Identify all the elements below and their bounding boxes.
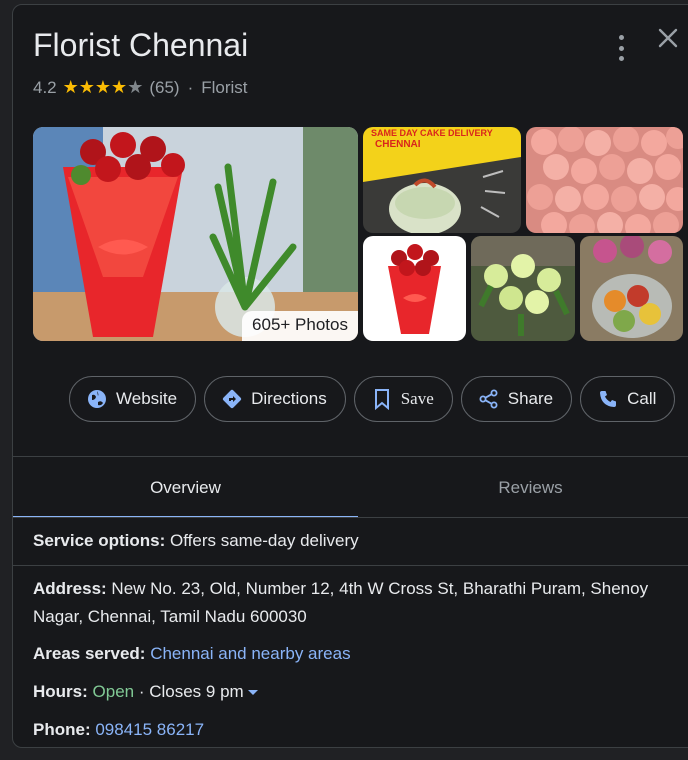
- phone-label: Phone:: [33, 720, 91, 739]
- chevron-down-icon[interactable]: [247, 690, 258, 696]
- hours-row: Hours: Open · Closes 9 pm: [33, 678, 673, 706]
- save-label: Save: [400, 389, 434, 408]
- rating-value: 4.2: [33, 77, 57, 97]
- banner-text-2: CHENNAI: [375, 139, 421, 150]
- action-buttons: Website Directions Save Share Call: [69, 376, 676, 422]
- knowledge-panel: Florist Chennai 4.2 ★★★★★ (65) · Florist: [12, 4, 688, 748]
- service-options-label: Service options:: [33, 531, 166, 550]
- service-options-row: Service options: Offers same-day deliver…: [33, 527, 673, 555]
- hours-label: Hours:: [33, 682, 88, 701]
- tab-overview[interactable]: Overview: [13, 457, 358, 518]
- rating-row: 4.2 ★★★★★ (65) · Florist: [33, 77, 248, 98]
- directions-label: Directions: [251, 389, 327, 408]
- address-label: Address:: [33, 579, 107, 598]
- photo-cake-banner[interactable]: SAME DAY CAKE DELIVERY CHENNAI: [363, 127, 521, 233]
- share-label: Share: [507, 389, 554, 408]
- service-options-value: Offers same-day delivery: [170, 531, 359, 550]
- areas-served-link[interactable]: Chennai and nearby areas: [150, 644, 350, 663]
- areas-served-row: Areas served: Chennai and nearby areas: [33, 640, 673, 668]
- tab-bar: Overview Reviews: [13, 457, 688, 518]
- address-value: New No. 23, Old, Number 12, 4th W Cross …: [33, 579, 649, 626]
- hours-status: Open: [92, 682, 135, 701]
- share-icon: [478, 388, 500, 410]
- phone-row: Phone: 098415 86217: [33, 716, 673, 744]
- hours-separator: ·: [134, 682, 150, 701]
- call-button[interactable]: Call: [580, 376, 676, 422]
- website-label: Website: [116, 389, 178, 408]
- areas-served-label: Areas served:: [33, 644, 146, 663]
- photo-count-badge[interactable]: 605+ Photos: [242, 311, 358, 341]
- globe-icon: [86, 388, 108, 410]
- save-button[interactable]: Save: [353, 376, 453, 422]
- divider: [13, 565, 688, 566]
- photo-pink-roses[interactable]: [526, 127, 683, 233]
- place-category[interactable]: Florist: [201, 78, 247, 98]
- close-icon[interactable]: [655, 25, 681, 51]
- star-rating-icon: ★★★★★: [62, 77, 144, 97]
- photo-green-roses[interactable]: [471, 236, 575, 341]
- phone-link[interactable]: 098415 86217: [95, 720, 204, 739]
- review-count[interactable]: (65): [149, 78, 179, 98]
- tab-reviews[interactable]: Reviews: [358, 457, 688, 518]
- photo-fruit-basket[interactable]: [580, 236, 683, 341]
- divider: [13, 517, 688, 518]
- website-button[interactable]: Website: [69, 376, 197, 422]
- directions-icon: [221, 388, 243, 410]
- address-row: Address: New No. 23, Old, Number 12, 4th…: [33, 575, 673, 631]
- call-label: Call: [627, 389, 657, 408]
- main-photo[interactable]: 605+ Photos: [33, 127, 358, 341]
- photo-red-bouquet[interactable]: [363, 236, 466, 341]
- place-title: Florist Chennai: [33, 27, 249, 63]
- share-button[interactable]: Share: [460, 376, 573, 422]
- banner-text-1: SAME DAY CAKE DELIVERY: [371, 128, 493, 138]
- directions-button[interactable]: Directions: [204, 376, 346, 422]
- separator-dot: ·: [187, 77, 194, 97]
- hours-close-time[interactable]: Closes 9 pm: [149, 682, 243, 701]
- bookmark-icon: [371, 388, 393, 410]
- phone-icon: [597, 388, 619, 410]
- more-options-icon[interactable]: [611, 35, 631, 61]
